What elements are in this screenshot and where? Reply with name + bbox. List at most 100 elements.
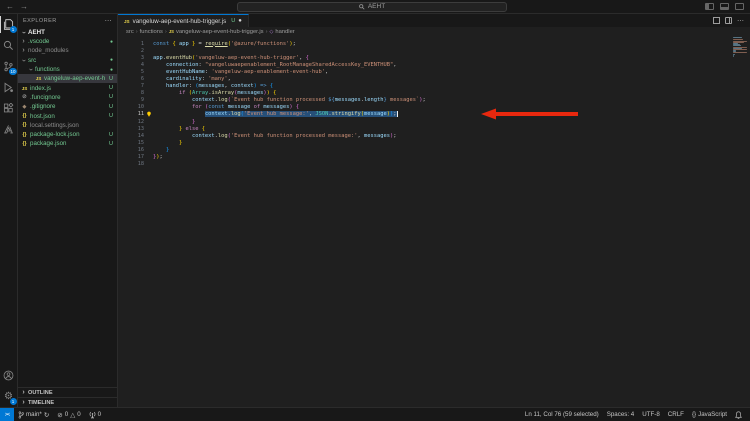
git-branch-item[interactable]: main* ↻ bbox=[14, 408, 53, 421]
history-back-icon[interactable]: ← bbox=[6, 3, 14, 11]
history-forward-icon[interactable]: → bbox=[20, 3, 28, 11]
line-number[interactable]: 2 bbox=[118, 48, 144, 54]
code-line-1[interactable]: 1const { app } = require('@azure/functio… bbox=[118, 40, 750, 47]
tree-item-functions[interactable]: ›functions● bbox=[18, 65, 117, 74]
line-number[interactable]: 3 bbox=[118, 55, 144, 61]
code-line-18[interactable]: 18 bbox=[118, 161, 750, 168]
chevron-down-icon: › bbox=[20, 58, 27, 63]
tree-item-package-json[interactable]: {}package.jsonU bbox=[18, 139, 117, 148]
activitybar-accounts[interactable] bbox=[0, 365, 18, 386]
line-number[interactable]: 12 bbox=[118, 119, 144, 125]
activitybar-source-control[interactable]: 10 bbox=[0, 56, 18, 77]
code-area[interactable]: 1const { app } = require('@azure/functio… bbox=[118, 36, 750, 407]
open-changes-icon[interactable] bbox=[713, 17, 720, 24]
activitybar-run-debug[interactable] bbox=[0, 77, 18, 98]
line-text: context.log('Event hub function processe… bbox=[153, 133, 750, 139]
eol-item[interactable]: CRLF bbox=[664, 408, 688, 421]
workspace-root-folder[interactable]: › AEHT bbox=[18, 27, 117, 37]
js-file-icon: JS bbox=[35, 76, 42, 81]
code-line-6[interactable]: 6 cardinality: 'many', bbox=[118, 75, 750, 82]
line-number[interactable]: 10 bbox=[118, 104, 144, 110]
cursor-position-item[interactable]: Ln 11, Col 76 (59 selected) bbox=[521, 408, 603, 421]
json-file-icon: {} bbox=[21, 113, 28, 119]
activitybar-settings[interactable]: ⚙ 1 bbox=[0, 386, 18, 407]
breadcrumb-src[interactable]: src bbox=[126, 29, 134, 35]
outline-section[interactable]: › OUTLINE bbox=[18, 387, 117, 397]
split-editor-icon[interactable] bbox=[725, 17, 732, 24]
tree-item-src[interactable]: ›src● bbox=[18, 56, 117, 65]
timeline-section[interactable]: › TIMELINE bbox=[18, 397, 117, 407]
minimap[interactable] bbox=[733, 37, 748, 58]
code-line-13[interactable]: 13 } else { bbox=[118, 125, 750, 132]
explorer-more-actions-icon[interactable]: ⋯ bbox=[105, 17, 112, 25]
line-number[interactable]: 16 bbox=[118, 147, 144, 153]
code-line-5[interactable]: 5 eventHubName: 'vangeluw-aep-enablement… bbox=[118, 68, 750, 75]
line-number[interactable]: 17 bbox=[118, 154, 144, 160]
line-number[interactable]: 15 bbox=[118, 140, 144, 146]
line-number[interactable]: 18 bbox=[118, 161, 144, 167]
problems-item[interactable]: ⊘ 0 △ 0 bbox=[53, 408, 84, 421]
lightbulb-icon[interactable] bbox=[144, 111, 153, 117]
activitybar-azure[interactable] bbox=[0, 119, 18, 140]
tree-item-host-json[interactable]: {}host.jsonU bbox=[18, 111, 117, 120]
line-number[interactable]: 9 bbox=[118, 97, 144, 103]
notifications-item[interactable] bbox=[731, 408, 746, 421]
line-text: eventHubName: 'vangeluw-aep-enablement-e… bbox=[153, 69, 750, 75]
activitybar-extensions[interactable] bbox=[0, 98, 18, 119]
language-mode-item[interactable]: {} JavaScript bbox=[688, 408, 731, 421]
breadcrumb-file[interactable]: JSvangeluw-aep-event-hub-trigger.js bbox=[169, 29, 264, 35]
indentation-item[interactable]: Spaces: 4 bbox=[603, 408, 639, 421]
warning-count: 0 bbox=[77, 411, 80, 418]
code-line-16[interactable]: 16 } bbox=[118, 146, 750, 153]
code-line-17[interactable]: 17}); bbox=[118, 154, 750, 161]
toggle-panel-icon[interactable] bbox=[720, 3, 729, 10]
tree-item-package-lock-json[interactable]: {}package-lock.jsonU bbox=[18, 130, 117, 139]
code-line-3[interactable]: 3app.eventHub('vangeluw-aep-event-hub-tr… bbox=[118, 54, 750, 61]
breadcrumb-separator: › bbox=[136, 29, 138, 35]
tree-item-node-modules[interactable]: ›node_modules bbox=[18, 46, 117, 55]
line-number[interactable]: 6 bbox=[118, 76, 144, 82]
code-line-4[interactable]: 4 connection: "vangeluwaepenablement_Roo… bbox=[118, 61, 750, 68]
encoding-item[interactable]: UTF-8 bbox=[638, 408, 664, 421]
line-number[interactable]: 5 bbox=[118, 69, 144, 75]
line-number[interactable]: 13 bbox=[118, 126, 144, 132]
tree-item-index-js[interactable]: JSindex.jsU bbox=[18, 83, 117, 92]
activitybar-search[interactable] bbox=[0, 35, 18, 56]
branch-icon bbox=[18, 411, 24, 419]
line-number[interactable]: 11 bbox=[118, 111, 144, 117]
line-number[interactable]: 8 bbox=[118, 90, 144, 96]
code-line-12[interactable]: 12 } bbox=[118, 118, 750, 125]
code-line-8[interactable]: 8 if (Array.isArray(messages)) { bbox=[118, 90, 750, 97]
line-number[interactable]: 7 bbox=[118, 83, 144, 89]
breadcrumb-symbol-handler[interactable]: ◇handler bbox=[270, 29, 295, 35]
tab-vangeluw-aep-event-hub-trigger[interactable]: JS vangeluw-aep-event-hub-trigger.js U ● bbox=[118, 14, 249, 27]
tree-item-vangeluw-aep-event-hub-t-[interactable]: JSvangeluw-aep-event-hub-t...U bbox=[18, 74, 117, 83]
tree-item--funcignore[interactable]: ⊘.funcignoreU bbox=[18, 93, 117, 102]
toggle-sidebar-icon[interactable] bbox=[705, 3, 714, 10]
title-bar: ← → AEHT bbox=[0, 0, 750, 14]
ports-item[interactable]: 0 bbox=[85, 408, 105, 421]
code-line-9[interactable]: 9 context.log(`Event hub function proces… bbox=[118, 97, 750, 104]
editor-actions: ⋯ bbox=[249, 14, 750, 27]
activitybar-explorer[interactable]: 1 bbox=[0, 14, 18, 35]
code-line-10[interactable]: 10 for (const message of messages) { bbox=[118, 104, 750, 111]
line-number[interactable]: 4 bbox=[118, 62, 144, 68]
code-line-7[interactable]: 7 handler: (messages, context) => { bbox=[118, 83, 750, 90]
file-label: host.json bbox=[30, 113, 105, 120]
line-number[interactable]: 14 bbox=[118, 133, 144, 139]
code-line-2[interactable]: 2 bbox=[118, 47, 750, 54]
remote-indicator[interactable]: >< bbox=[0, 408, 14, 421]
code-line-14[interactable]: 14 context.log('Event hub function proce… bbox=[118, 132, 750, 139]
forwarded-ports-count: 0 bbox=[98, 411, 101, 418]
breadcrumb-functions[interactable]: functions bbox=[140, 29, 163, 35]
tree-item--gitignore[interactable]: ◆.gitignoreU bbox=[18, 102, 117, 111]
dirty-indicator-icon[interactable]: ● bbox=[238, 18, 242, 24]
customize-layout-icon[interactable] bbox=[735, 3, 744, 10]
line-number[interactable]: 1 bbox=[118, 41, 144, 47]
code-line-15[interactable]: 15 } bbox=[118, 139, 750, 146]
more-actions-icon[interactable]: ⋯ bbox=[737, 17, 744, 25]
tree-item-local-settings-json[interactable]: {}local.settings.json bbox=[18, 121, 117, 130]
command-center-search[interactable]: AEHT bbox=[237, 2, 507, 12]
code-line-11[interactable]: 11 context.log('Event hub message:', JSO… bbox=[118, 111, 750, 118]
tree-item--vscode[interactable]: ›.vscode● bbox=[18, 37, 117, 46]
